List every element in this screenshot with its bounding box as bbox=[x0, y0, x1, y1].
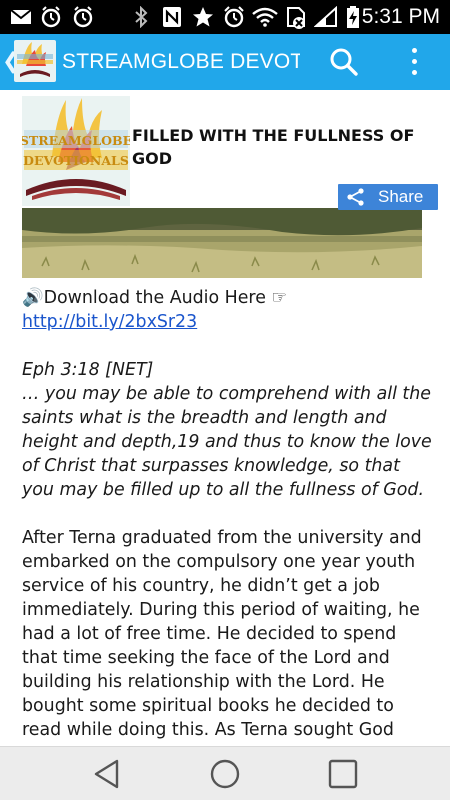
scripture-line: you may be filled up to all the fullness… bbox=[22, 480, 424, 500]
alarm-clock-icon bbox=[73, 6, 93, 28]
scripture-reference: Eph 3:18 [NET] bbox=[22, 360, 154, 380]
signal-icon bbox=[314, 6, 337, 27]
audio-line: 🔊Download the Audio Here ☞ bbox=[22, 286, 434, 310]
search-icon[interactable] bbox=[328, 46, 360, 78]
logo-text-bottom: DEVOTIONALS bbox=[23, 153, 129, 168]
scripture-line: … you may be able to comprehend with all… bbox=[22, 384, 431, 404]
no-sim-icon bbox=[287, 7, 305, 29]
wifi-icon bbox=[252, 7, 278, 27]
scripture-line: of Christ that surpasses knowledge, so t… bbox=[22, 456, 400, 476]
overflow-menu-icon[interactable] bbox=[404, 46, 424, 78]
share-label: Share bbox=[378, 187, 424, 206]
body-line: had a lot of free time. He decided to sp… bbox=[22, 624, 397, 644]
recents-square-icon[interactable] bbox=[326, 757, 360, 791]
back-triangle-icon[interactable] bbox=[90, 757, 124, 791]
body-line: embarked on the compulsory one year yout… bbox=[22, 552, 416, 572]
app-title: STREAMGLOBE DEVOTIONALS bbox=[62, 50, 300, 73]
post-image bbox=[22, 208, 422, 278]
post-title-line1: FILLED WITH THE FULLNESS OF bbox=[132, 126, 415, 145]
body-line: service of his country, he didn’t get a … bbox=[22, 576, 380, 596]
alarm-icon bbox=[224, 6, 244, 28]
audio-link[interactable]: http://bit.ly/2bxSr23 bbox=[22, 312, 197, 332]
logo-text-top: STREAMGLOBE bbox=[22, 133, 130, 148]
battery-charging-icon bbox=[347, 6, 359, 28]
share-icon bbox=[347, 188, 364, 206]
bluetooth-icon bbox=[135, 6, 148, 28]
status-bar: 5:31 PM bbox=[0, 0, 450, 34]
post-content[interactable]: STREAMGLOBE DEVOTIONALS FILLED WITH THE … bbox=[0, 90, 450, 746]
app-logo[interactable] bbox=[14, 40, 56, 82]
status-time: 5:31 PM bbox=[361, 5, 440, 28]
body-line: that time seeking the face of the Lord a… bbox=[22, 648, 390, 668]
speaker-icon: 🔊 bbox=[22, 288, 44, 308]
body-line: bought some spiritual books he decided t… bbox=[22, 696, 394, 716]
post-title: FILLED WITH THE FULLNESS OF GOD bbox=[132, 124, 422, 170]
scripture-line: saints what is the breadth and length an… bbox=[22, 408, 387, 428]
article-body: 🔊Download the Audio Here ☞ http://bit.ly… bbox=[22, 286, 434, 742]
audio-text: Download the Audio Here bbox=[43, 288, 266, 308]
share-button[interactable]: Share bbox=[338, 184, 438, 210]
star-icon bbox=[193, 7, 213, 27]
navigation-bar bbox=[0, 746, 450, 800]
body-line: After Terna graduated from the universit… bbox=[22, 528, 422, 548]
home-circle-icon[interactable] bbox=[208, 757, 242, 791]
body-line: read while doing this. As Terna sought G… bbox=[22, 720, 394, 740]
body-line: immediately. During this period of waiti… bbox=[22, 600, 420, 620]
pointing-hand-icon: ☞ bbox=[271, 288, 288, 308]
alarm-clock-icon bbox=[41, 6, 61, 28]
app-bar: ❮ STREAMGLOBE DEVOTIONALS bbox=[0, 34, 450, 90]
mail-icon bbox=[10, 9, 32, 24]
body-line: building his relationship with the Lord.… bbox=[22, 672, 385, 692]
post-title-line2: GOD bbox=[132, 149, 173, 168]
devotionals-logo: STREAMGLOBE DEVOTIONALS bbox=[22, 96, 130, 206]
scripture-line: height and depth,19 and thus to know the… bbox=[22, 432, 432, 452]
nfc-icon bbox=[163, 7, 181, 27]
